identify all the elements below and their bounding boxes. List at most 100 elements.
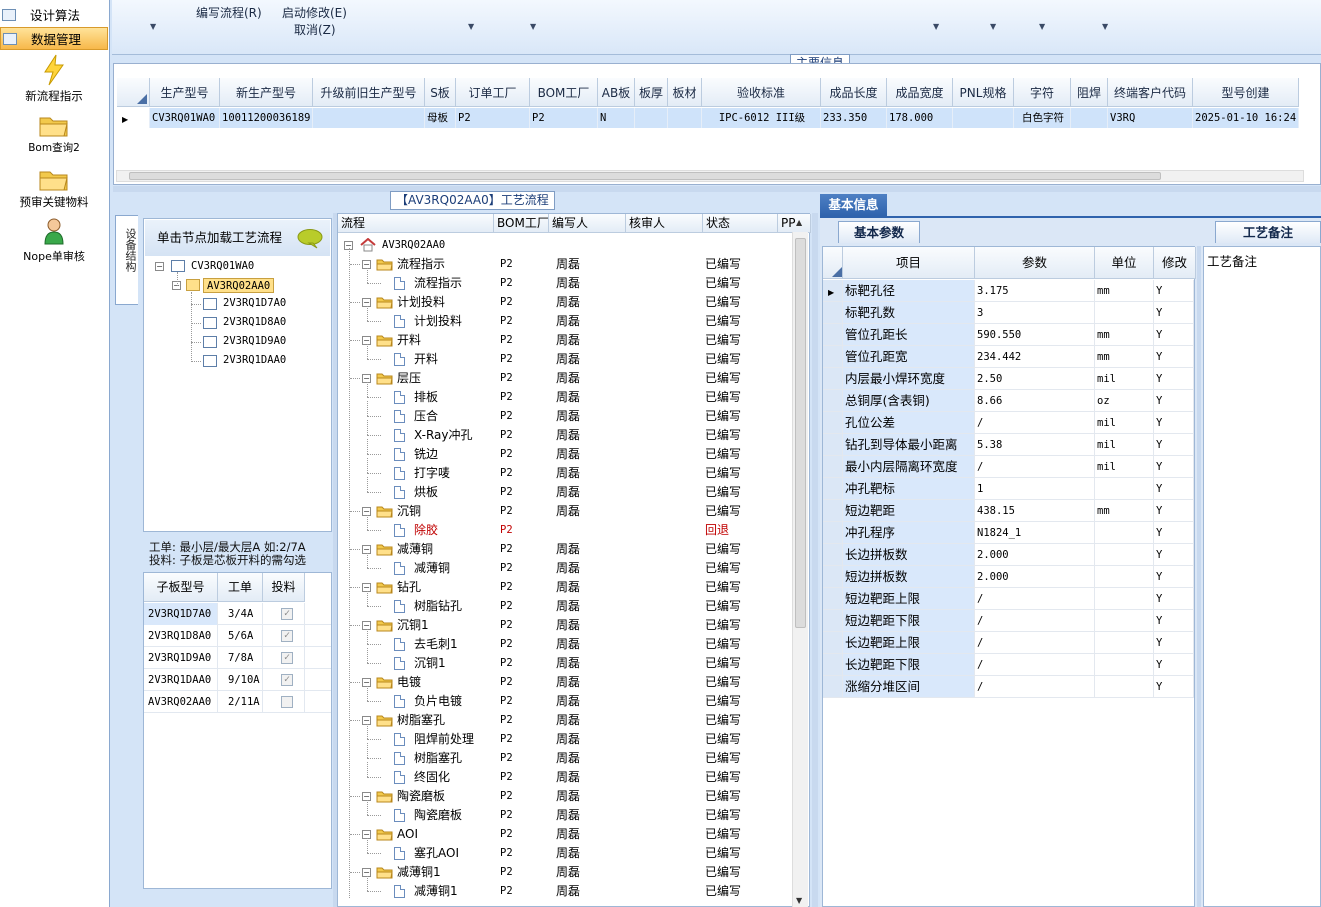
table-row[interactable]: 2V3RQ1D8A0 5/6A ✓ bbox=[144, 625, 331, 647]
grid-cell[interactable] bbox=[635, 108, 668, 128]
flow-row[interactable]: 阻焊前处理 P2 周磊 已编写 bbox=[338, 724, 793, 749]
feed-checkbox[interactable]: ✓ bbox=[281, 630, 293, 642]
flow-row-root[interactable]: − AV3RQ02AA0 bbox=[338, 236, 793, 255]
param-value[interactable]: 1 bbox=[975, 478, 1095, 500]
flow-row[interactable]: 铣边 P2 周磊 已编写 bbox=[338, 439, 793, 464]
param-modified[interactable]: Y bbox=[1154, 324, 1194, 346]
flow-row[interactable]: 陶瓷磨板 P2 周磊 已编写 bbox=[338, 800, 793, 825]
column-header[interactable]: 工单 bbox=[218, 573, 263, 602]
param-row[interactable]: 钻孔到导体最小距离 5.38 mil Y bbox=[823, 434, 1194, 456]
param-unit[interactable] bbox=[1095, 522, 1154, 544]
param-unit[interactable]: mil bbox=[1095, 456, 1154, 478]
grid-cell[interactable]: 233.350 bbox=[821, 108, 887, 128]
param-value[interactable]: 2.000 bbox=[975, 544, 1095, 566]
column-header[interactable]: 型号创建 bbox=[1193, 78, 1299, 107]
param-unit[interactable] bbox=[1095, 478, 1154, 500]
table-row[interactable]: 2V3RQ1D7A0 3/4A ✓ bbox=[144, 603, 331, 625]
dropdown-arrow-icon[interactable]: ▼ bbox=[1039, 22, 1045, 31]
column-header[interactable]: 字符 bbox=[1014, 78, 1071, 107]
grid-cell[interactable] bbox=[1071, 108, 1108, 128]
flow-row[interactable]: X-Ray冲孔 P2 周磊 已编写 bbox=[338, 420, 793, 445]
flow-row[interactable]: 开料 P2 周磊 已编写 bbox=[338, 344, 793, 369]
param-row[interactable]: 冲孔程序 N1824_1 Y bbox=[823, 522, 1194, 544]
param-unit[interactable]: mil bbox=[1095, 368, 1154, 390]
cancel-modify-button[interactable]: 取消(Z) bbox=[294, 21, 336, 38]
basic-params-tab[interactable]: 基本参数 bbox=[838, 221, 920, 243]
scroll-down-icon[interactable]: ▼ bbox=[796, 896, 802, 905]
grid-cell[interactable]: 10011200036189 bbox=[220, 108, 313, 128]
grid-cell[interactable] bbox=[313, 108, 425, 128]
grid-cell[interactable]: 2025-01-10 16:24:4 bbox=[1193, 108, 1299, 128]
param-unit[interactable] bbox=[1095, 302, 1154, 324]
param-row[interactable]: 长边靶距上限 / Y bbox=[823, 632, 1194, 654]
flow-row[interactable]: 烘板 P2 周磊 已编写 bbox=[338, 477, 793, 502]
column-header[interactable]: PNL规格 bbox=[953, 78, 1014, 107]
param-modified[interactable]: Y bbox=[1154, 412, 1194, 434]
param-unit[interactable]: mm bbox=[1095, 280, 1154, 302]
edit-flow-button[interactable]: 编写流程(R) bbox=[196, 4, 262, 21]
param-unit[interactable]: mil bbox=[1095, 434, 1154, 456]
param-modified[interactable]: Y bbox=[1154, 632, 1194, 654]
param-unit[interactable]: oz bbox=[1095, 390, 1154, 412]
param-unit[interactable] bbox=[1095, 588, 1154, 610]
column-header[interactable]: 项目 bbox=[843, 247, 975, 279]
column-header[interactable]: 订单工厂 bbox=[456, 78, 530, 107]
param-row[interactable]: 长边拼板数 2.000 Y bbox=[823, 544, 1194, 566]
column-header[interactable]: 升级前旧生产型号 bbox=[313, 78, 425, 107]
flow-row[interactable]: − 减薄铜1 P2 周磊 已编写 bbox=[338, 863, 793, 882]
table-row[interactable]: AV3RQ02AA0 2/11A bbox=[144, 691, 331, 713]
column-header[interactable]: 单位 bbox=[1095, 247, 1154, 279]
column-header[interactable]: 参数 bbox=[975, 247, 1095, 279]
param-modified[interactable]: Y bbox=[1154, 500, 1194, 522]
flow-row[interactable]: 树脂钻孔 P2 周磊 已编写 bbox=[338, 591, 793, 616]
param-modified[interactable]: Y bbox=[1154, 434, 1194, 456]
param-row[interactable]: 涨缩分堆区间 / Y bbox=[823, 676, 1194, 698]
column-header[interactable]: 流程 bbox=[338, 214, 494, 233]
param-modified[interactable]: Y bbox=[1154, 368, 1194, 390]
param-value[interactable]: N1824_1 bbox=[975, 522, 1095, 544]
param-unit[interactable]: mm bbox=[1095, 346, 1154, 368]
grid-cell[interactable]: N bbox=[598, 108, 635, 128]
param-row[interactable]: 短边靶距下限 / Y bbox=[823, 610, 1194, 632]
start-modify-button[interactable]: 启动修改(E) bbox=[282, 4, 347, 21]
dropdown-arrow-icon[interactable]: ▼ bbox=[1102, 22, 1108, 31]
param-modified[interactable]: Y bbox=[1154, 588, 1194, 610]
param-unit[interactable]: mm bbox=[1095, 500, 1154, 522]
tree-node[interactable]: 2V3RQ1DAA0 bbox=[223, 354, 286, 366]
param-modified[interactable]: Y bbox=[1154, 478, 1194, 500]
param-modified[interactable]: Y bbox=[1154, 544, 1194, 566]
param-row[interactable]: 内层最小焊环宽度 2.50 mil Y bbox=[823, 368, 1194, 390]
column-header[interactable]: 成品长度 bbox=[821, 78, 887, 107]
grid-cell[interactable]: P2 bbox=[530, 108, 598, 128]
dropdown-arrow-icon[interactable]: ▼ bbox=[933, 22, 939, 31]
param-value[interactable]: / bbox=[975, 412, 1095, 434]
grid-cell[interactable] bbox=[953, 108, 1014, 128]
param-modified[interactable]: Y bbox=[1154, 390, 1194, 412]
param-modified[interactable]: Y bbox=[1154, 566, 1194, 588]
column-header[interactable]: 状态 bbox=[703, 214, 778, 233]
grid-cell[interactable]: P2 bbox=[456, 108, 530, 128]
param-row[interactable]: 长边靶距下限 / Y bbox=[823, 654, 1194, 676]
column-header[interactable]: BOM工厂 bbox=[530, 78, 598, 107]
tree-node[interactable]: 2V3RQ1D7A0 bbox=[223, 297, 286, 309]
column-header[interactable]: 子板型号 bbox=[144, 573, 218, 602]
flow-row[interactable]: 压合 P2 周磊 已编写 bbox=[338, 401, 793, 426]
grid-cell[interactable]: CV3RQ01WA0 bbox=[150, 108, 220, 128]
column-header[interactable]: 终端客户代码 bbox=[1108, 78, 1193, 107]
flow-row[interactable]: 塞孔AOI P2 周磊 已编写 bbox=[338, 838, 793, 863]
flow-row[interactable]: − 钻孔 P2 周磊 已编写 bbox=[338, 578, 793, 597]
flow-row[interactable]: 打字唛 P2 周磊 已编写 bbox=[338, 458, 793, 483]
remark-tab[interactable]: 工艺备注 bbox=[1215, 221, 1321, 243]
param-unit[interactable]: mm bbox=[1095, 324, 1154, 346]
main-hscrollbar[interactable] bbox=[116, 170, 1304, 182]
column-header[interactable]: 板材 bbox=[668, 78, 702, 107]
feed-checkbox[interactable]: ✓ bbox=[281, 674, 293, 686]
param-unit[interactable] bbox=[1095, 610, 1154, 632]
dropdown-arrow-icon[interactable]: ▼ bbox=[990, 22, 996, 31]
nav-precheck-material[interactable]: 预审关键物料 bbox=[0, 168, 108, 210]
param-modified[interactable]: Y bbox=[1154, 302, 1194, 324]
param-modified[interactable]: Y bbox=[1154, 346, 1194, 368]
column-header[interactable]: AB板 bbox=[598, 78, 635, 107]
column-header[interactable]: 阻焊 bbox=[1071, 78, 1108, 107]
param-unit[interactable] bbox=[1095, 676, 1154, 698]
